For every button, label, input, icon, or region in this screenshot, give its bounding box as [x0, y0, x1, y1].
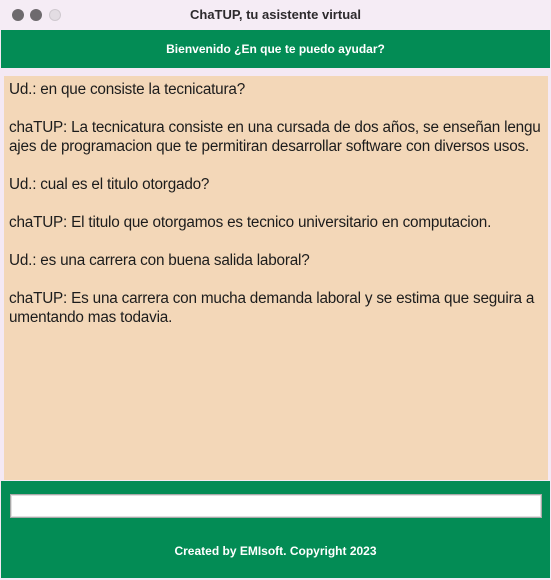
message-input-container[interactable]	[10, 494, 542, 518]
chat-message: chaTUP: Es una carrera con mucha demanda…	[9, 290, 535, 326]
footer-bar: Created by EMIsoft. Copyright 2023	[1, 481, 550, 578]
copyright-text: Created by EMIsoft. Copyright 2023	[174, 544, 377, 558]
app-window: ChaTUP, tu asistente virtual Bienvenido …	[0, 0, 551, 580]
chat-message: chaTUP: El titulo que otorgamos es tecni…	[9, 214, 492, 231]
welcome-header: Bienvenido ¿En que te puedo ayudar?	[1, 30, 550, 68]
chat-log[interactable]: Ud.: en que consiste la tecnicatura? cha…	[4, 76, 548, 480]
title-bar: ChaTUP, tu asistente virtual	[0, 0, 551, 30]
chat-message: Ud.: en que consiste la tecnicatura?	[9, 81, 245, 98]
window-title: ChaTUP, tu asistente virtual	[190, 7, 361, 22]
chat-message: chaTUP: La tecnicatura consiste en una c…	[9, 119, 541, 155]
chat-message: Ud.: es una carrera con buena salida lab…	[9, 252, 310, 269]
message-input[interactable]	[11, 495, 541, 517]
chat-message: Ud.: cual es el titulo otorgado?	[9, 176, 210, 193]
welcome-text: Bienvenido ¿En que te puedo ayudar?	[166, 42, 385, 56]
